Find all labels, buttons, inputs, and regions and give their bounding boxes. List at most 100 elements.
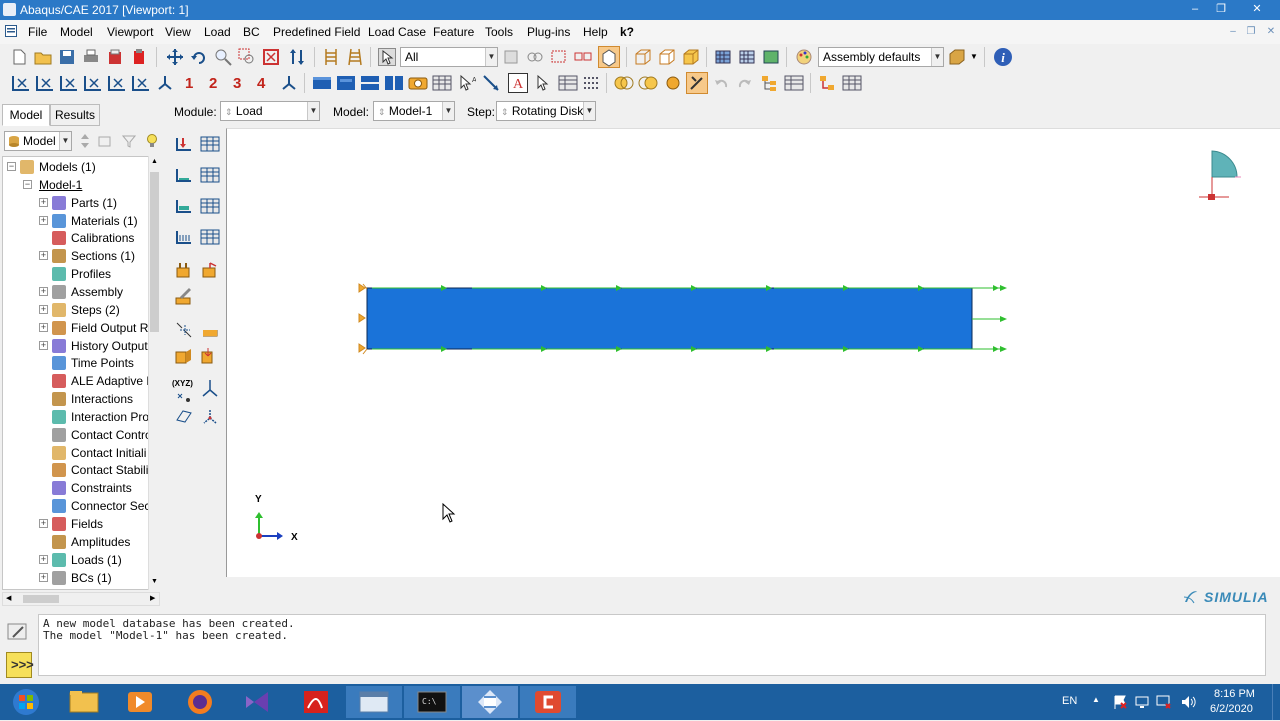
render-style-select[interactable]: Assembly defaults ▼ [818,47,944,67]
cycle-views-icon[interactable] [288,48,306,66]
tree-item[interactable]: Constraints [3,480,149,497]
amplitude-manager-icon[interactable] [200,260,220,280]
menu-file[interactable]: File [28,25,47,39]
expand-icon[interactable]: + [39,572,48,582]
create-predefined-field-icon[interactable] [174,196,194,216]
tree-item[interactable]: + Field Output Re [3,320,155,337]
viewport[interactable]: Y X [226,128,1280,577]
query-arrow-icon[interactable]: A [458,74,476,92]
view-4-button[interactable]: 4 [257,75,265,92]
datum-csys-icon[interactable] [200,406,220,426]
tree-item[interactable]: Profiles [3,266,149,283]
menu-load-case[interactable]: Load Case [368,25,426,39]
rotate-icon[interactable] [190,48,208,66]
tree-item[interactable]: + Assembly [3,284,149,301]
tree-item[interactable]: + BCs (1) [3,570,149,587]
tree-item[interactable]: ALE Adaptive M [3,373,156,390]
view-xz-icon[interactable] [106,74,128,92]
volume-icon[interactable] [1180,694,1196,710]
part-shape[interactable] [366,287,973,350]
model-tree-toggle-icon[interactable] [818,74,836,92]
partition-face-icon[interactable] [200,346,220,366]
menu-plug-ins[interactable]: Plug-ins [527,25,570,39]
info-icon[interactable]: i [993,47,1013,67]
box-zoom-icon[interactable] [238,48,256,66]
language-indicator[interactable]: EN [1062,695,1077,707]
view-zy-icon[interactable] [82,74,104,92]
task-firefox[interactable] [172,686,228,718]
tree-vscrollbar[interactable]: ▲ ▼ [148,156,160,590]
menu-model[interactable]: Model [60,25,93,39]
tree-vscroll-thumb[interactable] [150,172,159,332]
expand-icon[interactable]: + [39,286,48,296]
view-cut-icon[interactable] [638,74,658,92]
layout-tile-3-icon[interactable] [360,74,380,92]
save-odb-icon[interactable] [130,48,148,66]
collapse-icon[interactable]: − [23,179,32,189]
collapse-icon[interactable]: − [7,162,16,171]
view-3-button[interactable]: 3 [233,75,241,92]
tree-item[interactable]: − Model-1 [3,177,149,194]
view-manager-icon[interactable] [948,48,966,66]
start-button-icon[interactable] [8,688,44,716]
task-abaqus-cae[interactable] [462,686,518,718]
bc-manager-icon[interactable] [200,165,220,185]
menu-predefined-field[interactable]: Predefined Field [273,25,360,39]
menu-load[interactable]: Load [204,25,231,39]
zoom-icon[interactable] [214,48,232,66]
minimize-button[interactable]: – [1184,2,1206,17]
tree-item[interactable]: Contact Stabili [3,462,149,479]
select-options-icon[interactable] [502,48,520,66]
wireframe-icon[interactable] [634,48,652,66]
network-icon[interactable] [1134,694,1150,710]
print-icon[interactable] [82,48,100,66]
clock-date[interactable]: 6/2/2020 [1210,703,1253,715]
redo-icon[interactable] [736,74,754,92]
select-arrow-icon[interactable] [378,48,396,66]
feature-edges-icon[interactable] [762,48,780,66]
tab-model[interactable]: Model [2,104,50,126]
shaded-icon[interactable] [682,48,700,66]
open-folder-icon[interactable] [34,48,52,66]
create-load-icon[interactable] [174,134,194,154]
select-from-list-icon[interactable] [526,48,544,66]
context-help-icon[interactable]: k? [620,25,634,39]
task-command-prompt[interactable]: C:\ [404,686,460,718]
maximize-button[interactable]: ❐ [1210,2,1232,17]
tree-item[interactable]: + History Output [3,338,149,355]
mesh-edges-icon[interactable] [738,48,756,66]
task-camtasia[interactable] [520,686,576,718]
view-2-button[interactable]: 2 [209,75,217,92]
layout-tile-2-icon[interactable] [336,74,356,92]
tree-item[interactable]: + Sections (1) [3,248,149,265]
layout-tile-4-icon[interactable] [384,74,404,92]
create-datum-icon[interactable] [200,320,220,340]
menu-view[interactable]: View [165,25,191,39]
system-menu-icon[interactable] [5,25,17,37]
expand-icon[interactable]: + [39,554,48,564]
message-toggle-button[interactable] [6,620,32,646]
view-manager-dropdown-icon[interactable]: ▼ [970,52,978,61]
filter-icon[interactable] [122,134,136,148]
undo-icon[interactable] [712,74,730,92]
view-xy-icon[interactable] [10,74,32,92]
tree-item[interactable]: + Fields [3,516,149,533]
merge-view-cut-icon[interactable] [614,74,634,92]
create-amplitude-icon[interactable] [174,260,194,280]
mesh-seed-icon[interactable] [322,48,340,66]
partition-icon[interactable] [174,346,194,366]
task-media-player[interactable] [112,686,168,718]
save-icon[interactable] [58,48,76,66]
pan-icon[interactable] [166,48,184,66]
datum-axis-icon[interactable] [200,378,220,398]
active-tool-icon[interactable] [686,72,708,94]
annotation-manager-icon[interactable] [558,74,578,92]
tree-selector[interactable]: Model ▼ [4,131,72,151]
create-csys-icon[interactable] [174,320,194,340]
text-annotation-icon[interactable]: A [508,73,528,93]
viewport-canvas[interactable]: Y X [227,129,1280,578]
datum-point-icon[interactable] [174,386,194,406]
tree-item[interactable]: + Materials (1) [3,213,149,230]
new-file-icon[interactable] [10,48,28,66]
clock-time[interactable]: 8:16 PM [1214,688,1255,700]
